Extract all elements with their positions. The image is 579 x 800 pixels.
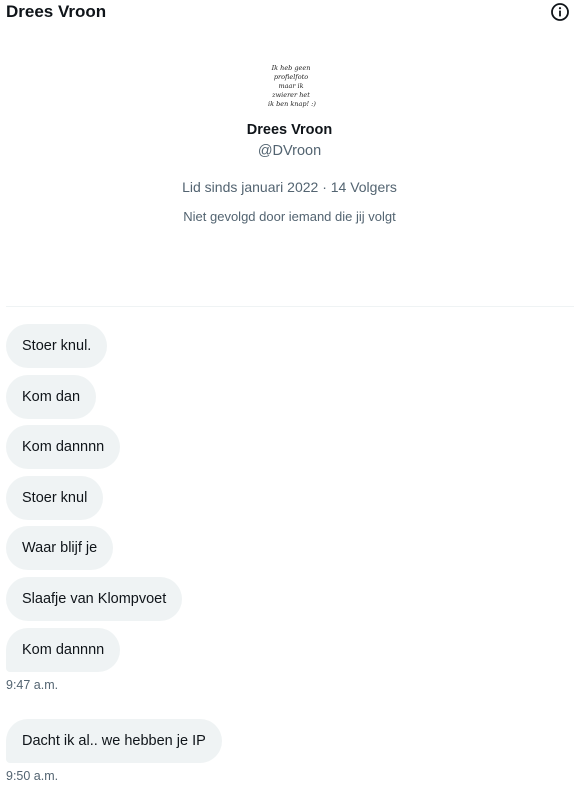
avatar-text-line: profielfoto — [273, 73, 309, 81]
message-timestamp: 9:50 a.m. — [6, 769, 59, 783]
message-bubble[interactable]: Kom dan — [6, 375, 97, 419]
avatar-text-line: zwierer het — [272, 91, 310, 99]
profile-name[interactable]: Drees Vroon — [0, 122, 579, 138]
message-bubble[interactable]: Slaafje van Klompvoet — [6, 577, 183, 621]
avatar-text-line: Ik heb geen — [271, 64, 311, 72]
conversation-title: Drees Vroon — [6, 2, 107, 21]
avatar-text-line: maar ik — [278, 82, 304, 90]
avatar[interactable]: Ik heb geen profielfoto maar ik zwierer … — [268, 64, 316, 114]
profile-meta: Lid sinds januari 2022 · 14 Volgers — [182, 179, 397, 195]
info-button[interactable] — [550, 2, 570, 22]
conversation-header: Drees Vroon — [0, 0, 579, 24]
message-bubble[interactable]: Stoer knul. — [6, 324, 108, 368]
avatar-text-line: ik ben knap! :) — [268, 100, 316, 108]
message-timestamp: 9:47 a.m. — [6, 678, 59, 692]
message-bubble[interactable]: Dacht ik al.. we hebben je IP — [6, 719, 222, 763]
profile-handle: @DVroon — [257, 143, 322, 159]
message-bubble[interactable]: Kom dannnn — [6, 628, 121, 672]
divider — [6, 306, 574, 307]
followed-by-text: Niet gevolgd door iemand die jij volgt — [183, 209, 396, 224]
message-bubble[interactable]: Waar blijf je — [6, 526, 114, 570]
message-bubble[interactable]: Stoer knul — [6, 476, 104, 520]
message-bubble[interactable]: Kom dannnn — [6, 425, 121, 469]
info-circle-icon — [551, 3, 569, 21]
